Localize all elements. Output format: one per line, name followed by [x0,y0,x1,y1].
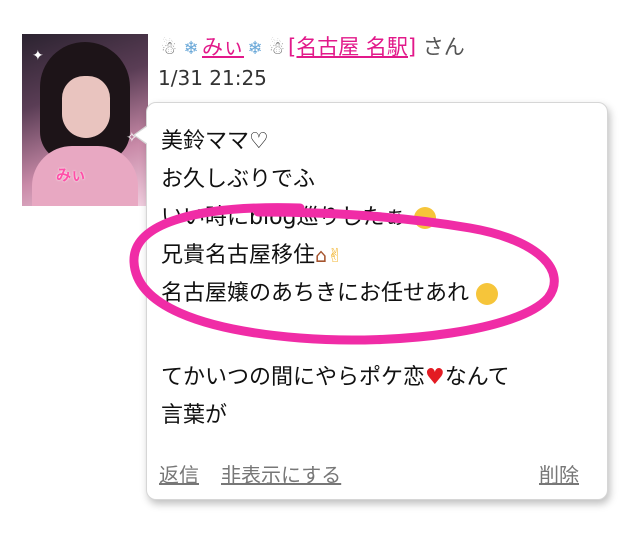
red-heart-emoji: ♥ [425,365,445,390]
message-line: 兄貴名古屋移住⌂✌ [161,237,343,275]
snowman-icon: ☃ [268,38,286,59]
message-line: 名古屋嬢のあちきにお任せあれ [161,275,499,313]
message-line: いい時にblog巡りしたぁ [161,199,436,237]
message-text: 名古屋嬢のあちきにお任せあれ [161,281,470,306]
message-text: てかいつの間にやらポケ恋 [161,365,426,390]
house-emoji: ⌂ [315,245,328,267]
grinning-sweat-emoji [413,207,436,229]
thumbs-up-emoji: ✌ [327,245,343,267]
hide-link[interactable]: 非表示にする [221,459,341,488]
message-line: お久しぶりでふ [161,161,315,199]
message-line: 美鈴ママ♡ [161,123,269,161]
user-avatar[interactable]: ✦ ✧ みぃ [22,34,148,206]
snowman-icon: ☃ [160,38,178,59]
user-name-link[interactable]: みぃ [202,35,244,59]
honorific-suffix: さん [422,35,465,59]
sparkle-icon: ✦ [32,48,44,64]
message-text: 美鈴ママ♡ [161,129,269,154]
snowflake-icon: ❄ [247,38,263,59]
message-text: いい時にblog巡りしたぁ [161,205,407,230]
snowflake-icon: ❄ [183,38,199,59]
message-text: 言葉が [161,403,228,428]
message-text: 兄貴名古屋移住 [161,243,316,268]
avatar-name-tag: みぃ [56,166,87,184]
comment-bubble: 美鈴ママ♡ お久しぶりでふ いい時にblog巡りしたぁ 兄貴名古屋移住⌂✌ 名古… [133,102,608,500]
area-link[interactable]: [名古屋 名駅] [288,35,416,59]
message-line: てかいつの間にやらポケ恋♥なんて [161,359,510,397]
message-text: なんて [444,365,510,390]
bubble-pointer-inner [135,126,148,144]
avatar-face [62,76,110,138]
message-line: 言葉が [161,397,227,435]
winking-face-emoji [476,283,499,305]
message-text: お久しぶりでふ [161,167,316,192]
reply-link[interactable]: 返信 [159,459,199,488]
comment-timestamp: 1/31 21:25 [158,66,267,90]
comment-actions: 返信 非表示にする 削除 [159,459,579,489]
delete-link[interactable]: 削除 [539,459,579,488]
comment-header: ☃ ❄ みぃ ❄ ☃ [名古屋 名駅] さん [158,30,628,64]
